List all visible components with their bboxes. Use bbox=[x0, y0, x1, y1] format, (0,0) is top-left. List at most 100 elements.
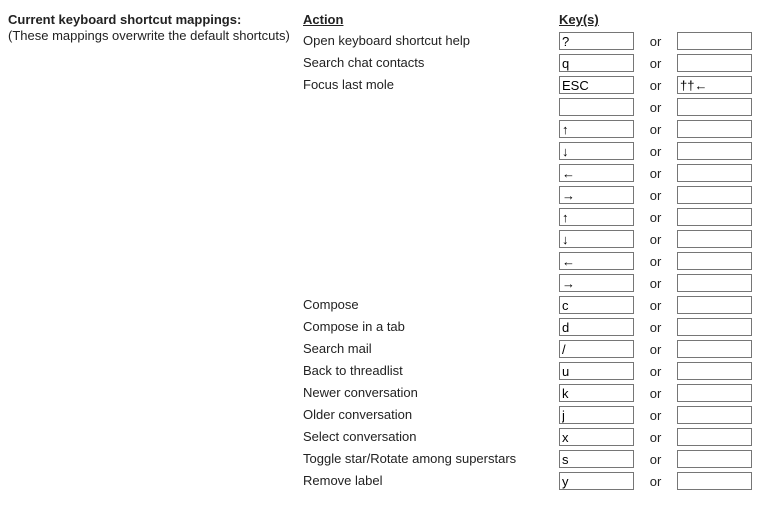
action-label: Older conversation bbox=[303, 404, 559, 426]
or-separator: or bbox=[634, 56, 677, 71]
primary-key-input[interactable] bbox=[559, 32, 634, 50]
action-label: Back to threadlist bbox=[303, 360, 559, 382]
or-separator: or bbox=[634, 386, 677, 401]
primary-key-input[interactable] bbox=[559, 142, 634, 160]
shortcut-row: or bbox=[303, 184, 755, 206]
column-header-keys: Key(s) bbox=[559, 12, 755, 27]
action-label: Newer conversation bbox=[303, 382, 559, 404]
action-label: Toggle star/Rotate among superstars bbox=[303, 448, 559, 470]
primary-key-input[interactable] bbox=[559, 384, 634, 402]
action-label: Compose in a tab bbox=[303, 316, 559, 338]
primary-key-input[interactable] bbox=[559, 164, 634, 182]
secondary-key-input[interactable] bbox=[677, 384, 752, 402]
secondary-key-input[interactable] bbox=[677, 76, 752, 94]
action-label: Select conversation bbox=[303, 426, 559, 448]
shortcut-row: Open keyboard shortcut help or bbox=[303, 30, 755, 52]
shortcut-row: Newer conversation or bbox=[303, 382, 755, 404]
shortcut-row: Compose or bbox=[303, 294, 755, 316]
shortcut-row: Remove label or bbox=[303, 470, 755, 492]
primary-key-input[interactable] bbox=[559, 472, 634, 490]
shortcut-row: Search mail or bbox=[303, 338, 755, 360]
shortcut-row: Compose in a tab or bbox=[303, 316, 755, 338]
secondary-key-input[interactable] bbox=[677, 32, 752, 50]
primary-key-input[interactable] bbox=[559, 274, 634, 292]
action-label: Compose bbox=[303, 294, 559, 316]
shortcut-row: or bbox=[303, 206, 755, 228]
section-title: Current keyboard shortcut mappings: bbox=[8, 12, 293, 27]
primary-key-input[interactable] bbox=[559, 230, 634, 248]
or-separator: or bbox=[634, 210, 677, 225]
action-label: Remove label bbox=[303, 470, 559, 492]
shortcut-row: Toggle star/Rotate among superstars or bbox=[303, 448, 755, 470]
shortcut-row: Select conversation or bbox=[303, 426, 755, 448]
primary-key-input[interactable] bbox=[559, 428, 634, 446]
primary-key-input[interactable] bbox=[559, 450, 634, 468]
secondary-key-input[interactable] bbox=[677, 54, 752, 72]
primary-key-input[interactable] bbox=[559, 76, 634, 94]
primary-key-input[interactable] bbox=[559, 208, 634, 226]
secondary-key-input[interactable] bbox=[677, 472, 752, 490]
secondary-key-input[interactable] bbox=[677, 406, 752, 424]
or-separator: or bbox=[634, 430, 677, 445]
or-separator: or bbox=[634, 474, 677, 489]
or-separator: or bbox=[634, 144, 677, 159]
action-label: Focus last mole bbox=[303, 74, 559, 96]
shortcut-row: or bbox=[303, 250, 755, 272]
or-separator: or bbox=[634, 122, 677, 137]
primary-key-input[interactable] bbox=[559, 54, 634, 72]
secondary-key-input[interactable] bbox=[677, 252, 752, 270]
shortcut-row: or bbox=[303, 118, 755, 140]
or-separator: or bbox=[634, 78, 677, 93]
or-separator: or bbox=[634, 254, 677, 269]
secondary-key-input[interactable] bbox=[677, 450, 752, 468]
secondary-key-input[interactable] bbox=[677, 120, 752, 138]
primary-key-input[interactable] bbox=[559, 318, 634, 336]
or-separator: or bbox=[634, 342, 677, 357]
or-separator: or bbox=[634, 100, 677, 115]
primary-key-input[interactable] bbox=[559, 406, 634, 424]
primary-key-input[interactable] bbox=[559, 362, 634, 380]
shortcut-row: Back to threadlist or bbox=[303, 360, 755, 382]
primary-key-input[interactable] bbox=[559, 340, 634, 358]
primary-key-input[interactable] bbox=[559, 296, 634, 314]
action-label: Search chat contacts bbox=[303, 52, 559, 74]
shortcut-row: or bbox=[303, 272, 755, 294]
or-separator: or bbox=[634, 364, 677, 379]
or-separator: or bbox=[634, 408, 677, 423]
secondary-key-input[interactable] bbox=[677, 274, 752, 292]
secondary-key-input[interactable] bbox=[677, 296, 752, 314]
section-subtitle: (These mappings overwrite the default sh… bbox=[8, 28, 293, 43]
or-separator: or bbox=[634, 276, 677, 291]
primary-key-input[interactable] bbox=[559, 252, 634, 270]
shortcut-row: or bbox=[303, 140, 755, 162]
shortcut-row: Search chat contacts or bbox=[303, 52, 755, 74]
secondary-key-input[interactable] bbox=[677, 208, 752, 226]
secondary-key-input[interactable] bbox=[677, 230, 752, 248]
secondary-key-input[interactable] bbox=[677, 318, 752, 336]
secondary-key-input[interactable] bbox=[677, 164, 752, 182]
or-separator: or bbox=[634, 452, 677, 467]
or-separator: or bbox=[634, 298, 677, 313]
action-label: Open keyboard shortcut help bbox=[303, 30, 559, 52]
secondary-key-input[interactable] bbox=[677, 98, 752, 116]
primary-key-input[interactable] bbox=[559, 186, 634, 204]
shortcut-row: or bbox=[303, 228, 755, 250]
secondary-key-input[interactable] bbox=[677, 340, 752, 358]
or-separator: or bbox=[634, 232, 677, 247]
shortcut-row: or bbox=[303, 96, 755, 118]
shortcut-row: or bbox=[303, 162, 755, 184]
primary-key-input[interactable] bbox=[559, 120, 634, 138]
secondary-key-input[interactable] bbox=[677, 428, 752, 446]
action-label: Search mail bbox=[303, 338, 559, 360]
primary-key-input[interactable] bbox=[559, 98, 634, 116]
or-separator: or bbox=[634, 34, 677, 49]
or-separator: or bbox=[634, 166, 677, 181]
secondary-key-input[interactable] bbox=[677, 186, 752, 204]
secondary-key-input[interactable] bbox=[677, 142, 752, 160]
or-separator: or bbox=[634, 188, 677, 203]
shortcut-row: Focus last mole or bbox=[303, 74, 755, 96]
column-header-action: Action bbox=[303, 12, 559, 27]
or-separator: or bbox=[634, 320, 677, 335]
shortcut-row: Older conversation or bbox=[303, 404, 755, 426]
secondary-key-input[interactable] bbox=[677, 362, 752, 380]
